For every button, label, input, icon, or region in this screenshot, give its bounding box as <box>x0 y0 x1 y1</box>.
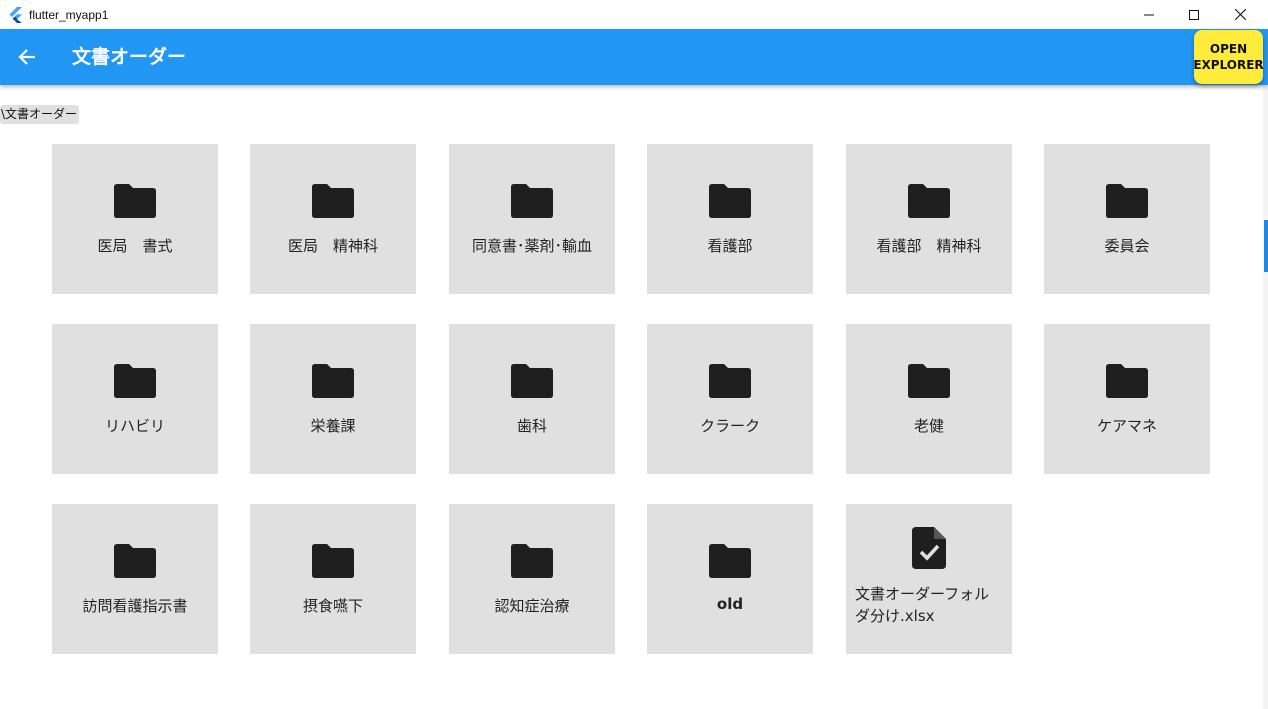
tile-label: 歯科 <box>516 417 547 435</box>
folder-icon <box>449 362 615 400</box>
tile-label: 看護部 精神科 <box>876 237 982 255</box>
close-icon <box>1234 9 1246 20</box>
folder-icon <box>846 362 1012 400</box>
tile-label: old <box>716 595 744 613</box>
folder-tile[interactable]: old <box>647 504 813 654</box>
folder-tile[interactable]: 看護部 <box>647 144 813 294</box>
current-path-breadcrumb: \文書オーダー <box>0 105 80 124</box>
folder-icon <box>52 182 218 220</box>
tile-label: 医局 書式 <box>97 237 173 255</box>
tile-label: 委員会 <box>1104 237 1150 255</box>
tile-label: 医局 精神科 <box>287 237 378 255</box>
folder-icon <box>1044 362 1210 400</box>
tile-label: 訪問看護指示書 <box>82 597 188 615</box>
close-window-button[interactable] <box>1217 0 1263 29</box>
arrow-back-icon <box>18 49 35 65</box>
folder-tile[interactable]: 栄養課 <box>250 324 416 474</box>
page-title: 文書オーダー <box>72 46 187 68</box>
back-button[interactable] <box>10 40 44 74</box>
folder-icon <box>250 542 416 580</box>
folder-icon <box>250 182 416 220</box>
folder-icon <box>846 182 1012 220</box>
minimize-icon <box>1144 14 1154 15</box>
maximize-button[interactable] <box>1171 0 1217 29</box>
folder-tile[interactable]: 認知症治療 <box>449 504 615 654</box>
open-explorer-button[interactable]: OPEN EXPLORER <box>1193 30 1264 84</box>
tile-label: クラーク <box>699 417 760 435</box>
background-window-edge <box>1264 220 1268 272</box>
folder-tile[interactable]: 同意書･薬剤･輸血 <box>449 144 615 294</box>
folder-icon <box>647 542 813 580</box>
folder-icon <box>52 542 218 580</box>
maximize-icon <box>1189 9 1199 20</box>
folder-icon <box>1044 182 1210 220</box>
folder-tile[interactable]: 老健 <box>846 324 1012 474</box>
tile-label: 認知症治療 <box>494 597 570 615</box>
tile-label: 看護部 <box>707 237 753 255</box>
folder-tile[interactable]: 摂食嚥下 <box>250 504 416 654</box>
window-title-bar: flutter_myapp1 <box>0 0 1268 29</box>
folder-tile[interactable]: 委員会 <box>1044 144 1210 294</box>
window-edge <box>1263 85 1268 709</box>
flutter-logo-icon <box>9 6 22 23</box>
tile-label: ケアマネ <box>1096 417 1157 435</box>
window-title: flutter_myapp1 <box>29 7 109 22</box>
folder-icon <box>250 362 416 400</box>
folder-icon <box>647 182 813 220</box>
folder-tile[interactable]: 医局 精神科 <box>250 144 416 294</box>
tile-label: 老健 <box>913 417 944 435</box>
folder-tile[interactable]: 看護部 精神科 <box>846 144 1012 294</box>
folder-tile[interactable]: 医局 書式 <box>52 144 218 294</box>
app-bar: 文書オーダー OPEN EXPLORER <box>0 29 1268 85</box>
folder-icon <box>52 362 218 400</box>
folder-tile[interactable]: リハビリ <box>52 324 218 474</box>
file-tile[interactable]: 文書オーダーフォルダ分け.xlsx <box>846 504 1012 654</box>
tile-label: リハビリ <box>104 417 165 435</box>
folder-tile[interactable]: 訪問看護指示書 <box>52 504 218 654</box>
folder-tile[interactable]: 歯科 <box>449 324 615 474</box>
tile-label: 栄養課 <box>310 417 356 435</box>
folder-tile[interactable]: ケアマネ <box>1044 324 1210 474</box>
folder-icon <box>647 362 813 400</box>
minimize-button[interactable] <box>1126 0 1172 29</box>
folder-icon <box>449 542 615 580</box>
folder-tile[interactable]: クラーク <box>647 324 813 474</box>
file-check-icon <box>846 526 1012 570</box>
tile-label: 同意書･薬剤･輸血 <box>471 237 592 255</box>
tile-label: 文書オーダーフォルダ分け.xlsx <box>855 585 990 625</box>
folder-icon <box>449 182 615 220</box>
tile-label: 摂食嚥下 <box>302 597 363 615</box>
